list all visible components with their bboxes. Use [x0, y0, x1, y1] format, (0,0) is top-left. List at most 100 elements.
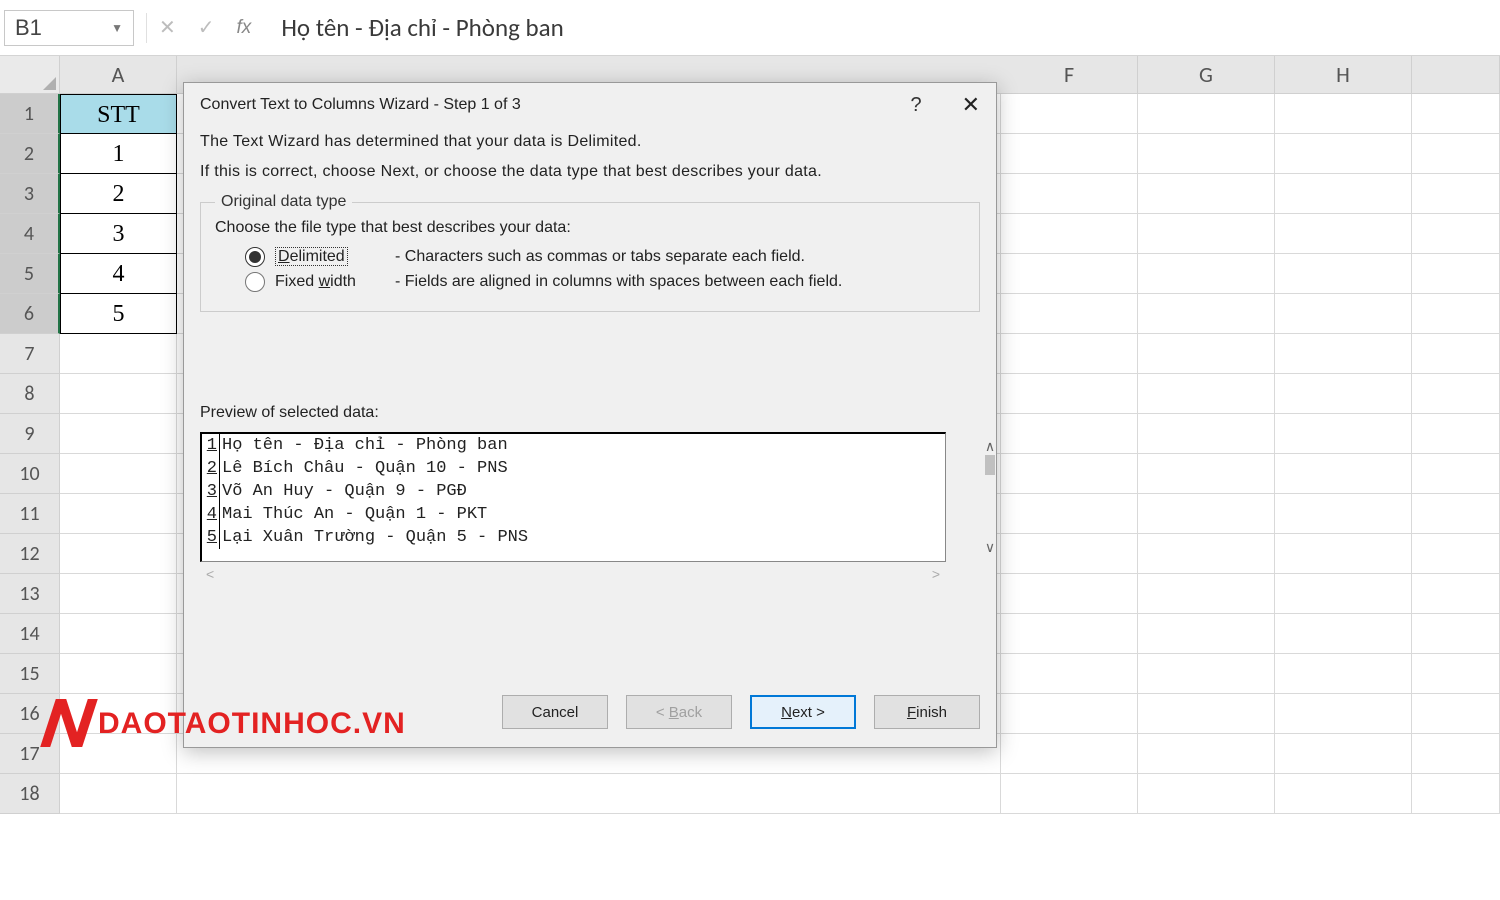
cell[interactable]: [1412, 374, 1500, 414]
cell[interactable]: [1001, 574, 1138, 614]
confirm-entry-icon[interactable]: ✓: [198, 15, 215, 40]
cell[interactable]: [1412, 494, 1500, 534]
cell[interactable]: [1412, 534, 1500, 574]
row-header[interactable]: 1: [0, 94, 60, 134]
cell[interactable]: [1275, 94, 1412, 134]
cell[interactable]: [60, 374, 177, 414]
cell[interactable]: [1001, 694, 1138, 734]
cell[interactable]: [1275, 294, 1412, 334]
row-header[interactable]: 2: [0, 134, 60, 174]
cell[interactable]: [1001, 494, 1138, 534]
column-header-g[interactable]: G: [1138, 56, 1275, 94]
column-header-a[interactable]: A: [60, 56, 177, 94]
cancel-entry-icon[interactable]: ✕: [159, 15, 176, 40]
cell[interactable]: [1412, 334, 1500, 374]
cell[interactable]: 1: [60, 134, 177, 174]
cell[interactable]: [1412, 414, 1500, 454]
row-header[interactable]: 5: [0, 254, 60, 294]
insert-function-icon[interactable]: fx: [237, 17, 252, 39]
formula-input[interactable]: Họ tên - Địa chỉ - Phòng ban: [251, 12, 1496, 43]
cell[interactable]: [1001, 654, 1138, 694]
cell-hidden[interactable]: [177, 774, 1001, 814]
cell[interactable]: [60, 414, 177, 454]
cell[interactable]: [60, 454, 177, 494]
cell[interactable]: [1412, 214, 1500, 254]
cell[interactable]: [1412, 454, 1500, 494]
cell[interactable]: [1138, 694, 1275, 734]
cell[interactable]: [1412, 774, 1500, 814]
preview-vertical-scrollbar[interactable]: ∧ ∨: [980, 432, 1000, 562]
finish-button[interactable]: Finish: [874, 695, 980, 729]
scroll-left-icon[interactable]: <: [206, 566, 214, 582]
cell[interactable]: [1275, 534, 1412, 574]
cell[interactable]: [1001, 374, 1138, 414]
cell[interactable]: [1275, 574, 1412, 614]
column-header-extra[interactable]: [1412, 56, 1500, 94]
cell[interactable]: [1138, 214, 1275, 254]
cell[interactable]: [1001, 734, 1138, 774]
cell[interactable]: [1001, 214, 1138, 254]
cell[interactable]: [1001, 454, 1138, 494]
row-header[interactable]: 11: [0, 494, 60, 534]
cell[interactable]: [1275, 334, 1412, 374]
scroll-down-icon[interactable]: ∨: [985, 539, 995, 556]
chevron-down-icon[interactable]: ▼: [111, 21, 123, 35]
cell[interactable]: [1138, 294, 1275, 334]
select-all-triangle[interactable]: [0, 56, 60, 94]
cell[interactable]: [1001, 334, 1138, 374]
cell[interactable]: [1001, 614, 1138, 654]
cell[interactable]: 2: [60, 174, 177, 214]
cell[interactable]: [60, 774, 177, 814]
scroll-thumb[interactable]: [985, 455, 995, 475]
back-button[interactable]: < Back: [626, 695, 732, 729]
row-header[interactable]: 6: [0, 294, 60, 334]
cell[interactable]: [1138, 374, 1275, 414]
cell[interactable]: [1138, 494, 1275, 534]
cell[interactable]: [1412, 734, 1500, 774]
cell[interactable]: [1412, 174, 1500, 214]
row-header[interactable]: 10: [0, 454, 60, 494]
cell[interactable]: [1138, 134, 1275, 174]
cell[interactable]: [1275, 734, 1412, 774]
cell[interactable]: [1275, 454, 1412, 494]
cell[interactable]: [60, 654, 177, 694]
cell[interactable]: [1138, 734, 1275, 774]
cell[interactable]: [1138, 414, 1275, 454]
cell[interactable]: [1138, 654, 1275, 694]
column-header-h[interactable]: H: [1275, 56, 1412, 94]
cell[interactable]: [1275, 174, 1412, 214]
cell[interactable]: [1001, 174, 1138, 214]
cell[interactable]: STT: [60, 94, 177, 134]
cell[interactable]: [1412, 254, 1500, 294]
cell[interactable]: [1412, 574, 1500, 614]
cell[interactable]: [1001, 134, 1138, 174]
next-button[interactable]: Next >: [750, 695, 856, 729]
radio-fixed-label[interactable]: Fixed width: [275, 273, 385, 291]
row-header[interactable]: 15: [0, 654, 60, 694]
cell[interactable]: [1412, 134, 1500, 174]
radio-fixed-width[interactable]: [245, 272, 265, 292]
cell[interactable]: [1412, 294, 1500, 334]
dialog-titlebar[interactable]: Convert Text to Columns Wizard - Step 1 …: [184, 83, 996, 127]
close-icon[interactable]: ✕: [962, 92, 980, 118]
cell[interactable]: [1412, 614, 1500, 654]
preview-horizontal-scrollbar[interactable]: < >: [200, 562, 946, 586]
cell[interactable]: [1275, 694, 1412, 734]
name-box[interactable]: B1 ▼: [4, 10, 134, 46]
cell[interactable]: [1138, 334, 1275, 374]
row-header[interactable]: 12: [0, 534, 60, 574]
row-header[interactable]: 8: [0, 374, 60, 414]
cell[interactable]: [1275, 774, 1412, 814]
row-header[interactable]: 9: [0, 414, 60, 454]
cell[interactable]: [1412, 94, 1500, 134]
row-header[interactable]: 13: [0, 574, 60, 614]
cell[interactable]: [1275, 654, 1412, 694]
row-header[interactable]: 7: [0, 334, 60, 374]
row-header[interactable]: 18: [0, 774, 60, 814]
cell[interactable]: [1275, 494, 1412, 534]
cell[interactable]: [1138, 574, 1275, 614]
cell[interactable]: [1275, 374, 1412, 414]
scroll-up-icon[interactable]: ∧: [985, 438, 995, 455]
cell[interactable]: [1001, 774, 1138, 814]
cell[interactable]: [60, 534, 177, 574]
